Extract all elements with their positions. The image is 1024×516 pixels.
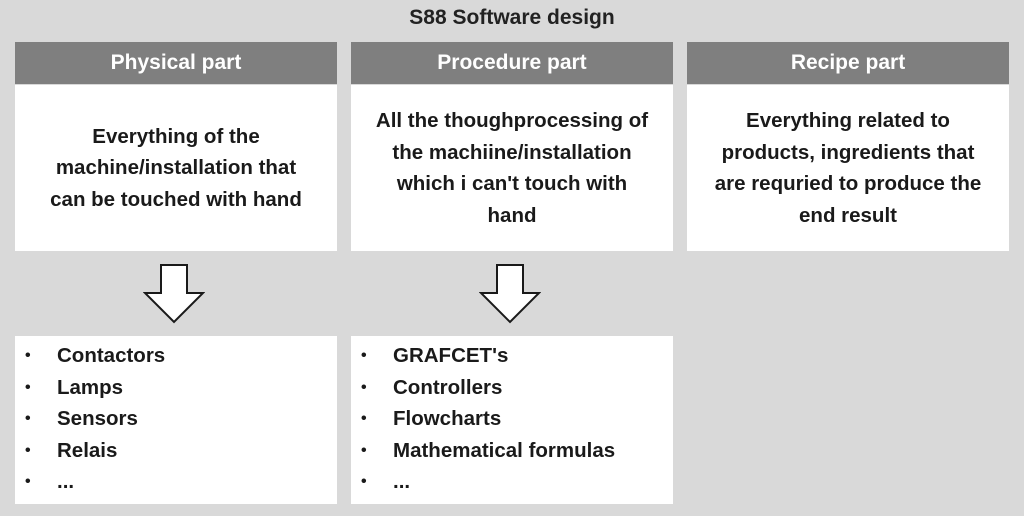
procedure-part-description: All the thoughprocessing of the machiine… (351, 85, 673, 251)
physical-desc-line: can be touched with hand (50, 187, 302, 211)
list-item: • GRAFCET's (361, 340, 673, 372)
bullet-icon: • (361, 473, 367, 491)
list-item: • Sensors (25, 403, 337, 435)
physical-part-header: Physical part (15, 42, 337, 84)
diagram-title: S88 Software design (409, 6, 615, 29)
recipe-desc-line: Everything related to (746, 109, 950, 132)
list-item: • Flowcharts (361, 403, 673, 435)
bullet-icon: • (361, 347, 367, 364)
procedure-part-list: • GRAFCET's • Controllers • Flowcharts • Mat… (351, 336, 673, 504)
down-arrow-icon (479, 264, 541, 324)
procedure-desc-line: the machiine/installation (392, 140, 632, 164)
procedure-desc-line: which i can't touch with (396, 172, 628, 195)
procedure-desc-line: All the thoughprocessing of (375, 109, 649, 132)
list-item: •... (361, 466, 673, 498)
list-item: • Relais (25, 435, 337, 467)
procedure-part-header: Procedure part (351, 42, 673, 84)
list-item: • Contactors (25, 340, 337, 372)
list-item: • Mathematical formulas (361, 435, 673, 467)
bullet-icon: • (361, 410, 367, 428)
down-arrow-icon (143, 264, 205, 324)
bullet-icon: • (25, 441, 31, 459)
bullet-icon: • (361, 441, 367, 459)
physical-part-description: Everything of the machine/installation t… (15, 85, 337, 251)
list-item: • Controllers (361, 372, 673, 404)
bullet-icon: • (25, 473, 31, 491)
bullet-icon: • (25, 410, 31, 428)
list-item: •... (25, 466, 337, 498)
physical-desc-line: Everything of the (92, 124, 260, 148)
recipe-desc-line: products, ingredients that (721, 140, 975, 164)
physical-desc-line: machine/installation that (55, 156, 297, 180)
list-item: • Lamps (25, 372, 337, 404)
bullet-icon: • (361, 378, 367, 396)
bullet-icon: • (25, 347, 31, 364)
recipe-part-header: Recipe part (687, 42, 1009, 84)
bullet-icon: • (25, 378, 31, 396)
physical-part-list: • Contactors • Lamps • Sensors • Relais •... (15, 336, 337, 504)
recipe-desc-line: end result (799, 203, 897, 227)
procedure-desc-line: hand (487, 203, 537, 227)
recipe-desc-line: are requried to produce the (714, 172, 982, 195)
recipe-part-description: Everything related to products, ingredie… (687, 85, 1009, 251)
